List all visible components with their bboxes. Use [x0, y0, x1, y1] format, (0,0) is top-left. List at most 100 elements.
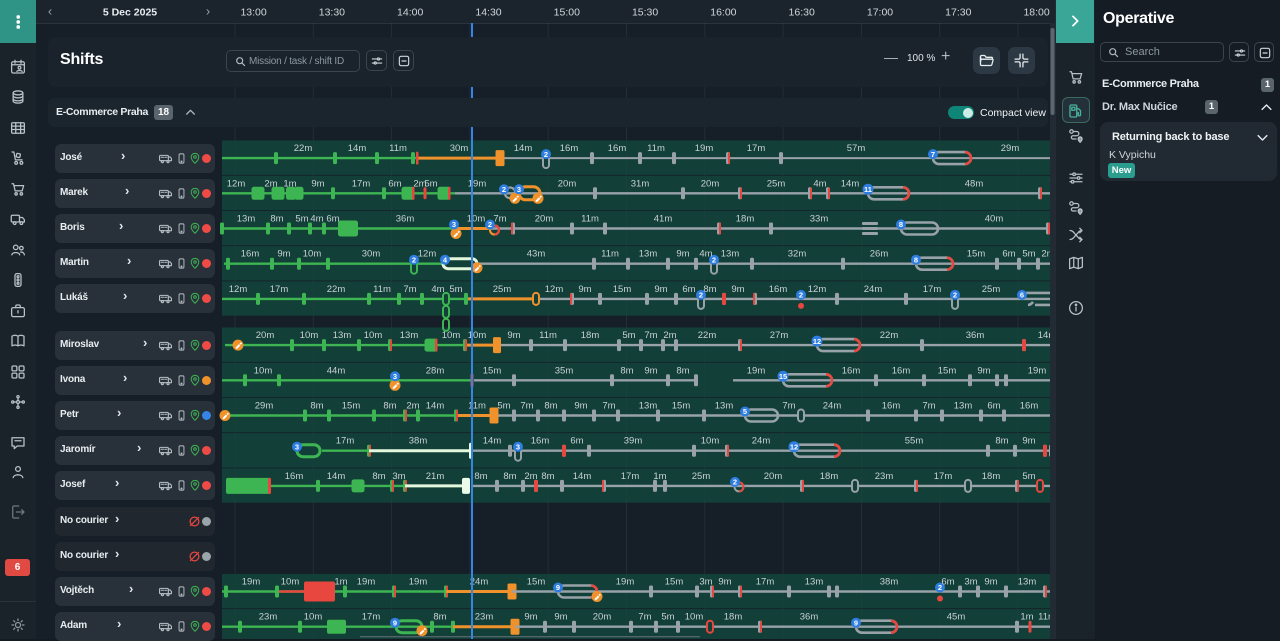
svg-text:1m: 1m: [283, 178, 296, 189]
svg-text:9: 9: [854, 618, 858, 627]
svg-text:8m: 8m: [474, 471, 487, 482]
svg-text:3m: 3m: [699, 577, 712, 588]
svg-text:12m: 12m: [227, 178, 246, 189]
svg-text:7m: 7m: [638, 612, 651, 623]
svg-text:17m: 17m: [934, 471, 953, 482]
svg-text:6m: 6m: [1002, 249, 1015, 260]
svg-text:6m: 6m: [941, 577, 954, 588]
svg-text:6m: 6m: [570, 436, 583, 447]
svg-text:13m: 13m: [639, 249, 658, 260]
svg-text:55m: 55m: [905, 436, 924, 447]
svg-text:3: 3: [295, 442, 299, 451]
svg-text:20m: 20m: [558, 178, 577, 189]
svg-text:15m: 15m: [483, 365, 502, 376]
svg-text:24m: 24m: [752, 436, 771, 447]
svg-text:41m: 41m: [654, 214, 673, 225]
svg-text:13m: 13m: [1018, 577, 1037, 588]
svg-text:12m: 12m: [808, 284, 827, 295]
svg-text:12m: 12m: [229, 284, 248, 295]
svg-text:2m: 2m: [524, 471, 537, 482]
svg-text:16m: 16m: [241, 249, 260, 260]
svg-text:17m: 17m: [756, 577, 775, 588]
svg-text:36m: 36m: [800, 612, 819, 623]
svg-text:45m: 45m: [947, 612, 966, 623]
svg-text:2: 2: [412, 255, 416, 264]
svg-text:17m: 17m: [621, 471, 640, 482]
svg-text:19m: 19m: [242, 577, 261, 588]
svg-text:12: 12: [813, 337, 821, 346]
svg-text:3: 3: [452, 220, 456, 229]
svg-text:20m: 20m: [701, 178, 720, 189]
svg-text:14m: 14m: [841, 178, 860, 189]
svg-text:5 Dec 2025: 5 Dec 2025: [103, 7, 157, 19]
svg-text:10m: 10m: [281, 577, 300, 588]
svg-text:4m: 4m: [699, 249, 712, 260]
svg-text:28m: 28m: [426, 365, 445, 376]
svg-text:2m: 2m: [264, 178, 277, 189]
svg-text:16m: 16m: [531, 436, 550, 447]
svg-text:7m: 7m: [602, 401, 615, 412]
svg-text:15: 15: [779, 372, 787, 381]
svg-text:5m: 5m: [295, 214, 308, 225]
svg-text:25m: 25m: [767, 178, 786, 189]
svg-text:5m: 5m: [1022, 249, 1035, 260]
svg-text:16m: 16m: [560, 143, 579, 154]
svg-text:19m: 19m: [409, 577, 428, 588]
svg-text:2: 2: [502, 185, 506, 194]
svg-text:16m: 16m: [769, 284, 788, 295]
svg-text:15m: 15m: [665, 577, 684, 588]
svg-text:10m: 10m: [300, 330, 319, 341]
svg-text:10m: 10m: [254, 365, 273, 376]
svg-text:14m: 14m: [426, 401, 445, 412]
svg-text:9m: 9m: [507, 330, 520, 341]
svg-text:18:00: 18:00: [1023, 7, 1049, 19]
svg-text:38m: 38m: [409, 436, 428, 447]
svg-text:35m: 35m: [555, 365, 574, 376]
svg-text:2: 2: [733, 478, 737, 487]
svg-text:2m: 2m: [663, 330, 676, 341]
svg-text:13m: 13m: [954, 401, 973, 412]
svg-text:16m: 16m: [842, 365, 861, 376]
svg-text:29m: 29m: [1001, 143, 1020, 154]
svg-text:16:00: 16:00: [710, 7, 736, 19]
svg-text:19m: 19m: [616, 577, 635, 588]
svg-text:8m: 8m: [383, 401, 396, 412]
svg-text:8m: 8m: [541, 471, 554, 482]
svg-text:14m: 14m: [348, 143, 367, 154]
svg-text:44m: 44m: [327, 365, 346, 376]
svg-text:17m: 17m: [747, 143, 766, 154]
svg-text:15m: 15m: [938, 365, 957, 376]
svg-text:›: ›: [206, 4, 210, 19]
svg-text:7m: 7m: [403, 284, 416, 295]
svg-text:16m: 16m: [608, 143, 627, 154]
svg-text:8m: 8m: [703, 284, 716, 295]
svg-text:23m: 23m: [259, 612, 278, 623]
svg-text:8: 8: [914, 255, 918, 264]
svg-text:10m: 10m: [442, 330, 461, 341]
svg-text:15m: 15m: [672, 401, 691, 412]
svg-text:5m: 5m: [449, 284, 462, 295]
svg-text:30m: 30m: [450, 143, 469, 154]
svg-text:4m: 4m: [813, 178, 826, 189]
svg-text:2m: 2m: [406, 401, 419, 412]
svg-text:26m: 26m: [870, 249, 889, 260]
svg-text:15:30: 15:30: [632, 7, 658, 19]
svg-text:8m: 8m: [676, 365, 689, 376]
svg-text:18m: 18m: [581, 330, 600, 341]
svg-text:11m: 11m: [468, 401, 486, 412]
svg-text:5m: 5m: [497, 401, 510, 412]
svg-text:14:00: 14:00: [397, 7, 423, 19]
svg-text:8m: 8m: [372, 471, 385, 482]
svg-text:36m: 36m: [396, 214, 415, 225]
svg-text:11m: 11m: [581, 214, 599, 225]
svg-text:11m: 11m: [389, 143, 407, 154]
svg-text:9: 9: [556, 583, 560, 592]
svg-text:9m: 9m: [731, 284, 744, 295]
svg-text:10m: 10m: [468, 330, 487, 341]
svg-text:6: 6: [1020, 291, 1024, 300]
svg-text:17m: 17m: [336, 436, 355, 447]
svg-text:19m: 19m: [1028, 365, 1047, 376]
svg-text:15:00: 15:00: [554, 7, 580, 19]
svg-text:8m: 8m: [433, 612, 446, 623]
svg-text:13:00: 13:00: [240, 7, 266, 19]
